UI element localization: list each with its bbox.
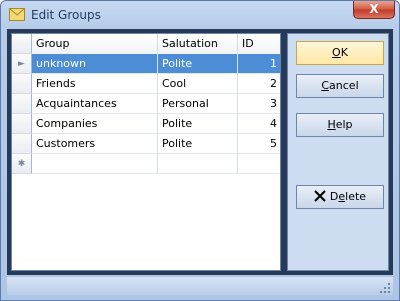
id-cell[interactable]: 2 (238, 74, 280, 94)
delete-x-icon (314, 190, 326, 202)
group-cell[interactable]: unknown (32, 54, 158, 74)
close-button[interactable]: X (353, 1, 395, 19)
row-header[interactable] (12, 74, 32, 94)
grid-header: Group Salutation ID (12, 34, 280, 55)
help-label-post: elp (335, 118, 353, 131)
help-button[interactable]: Help (296, 113, 384, 137)
column-header-group[interactable]: Group (32, 34, 158, 54)
salutation-cell[interactable]: Personal (158, 94, 238, 114)
table-row[interactable]: Friends Cool 2 (12, 74, 280, 94)
window-title: Edit Groups (31, 8, 101, 22)
cancel-label-mnemonic: C (321, 79, 330, 92)
client-area: Group Salutation ID ► unknown Polite 1 F… (7, 29, 393, 275)
salutation-cell[interactable]: Polite (158, 54, 238, 74)
id-cell[interactable]: 5 (238, 134, 280, 154)
current-row-indicator[interactable]: ► (12, 54, 32, 74)
delete-label-post: lete (345, 190, 367, 203)
status-bar (7, 277, 393, 295)
envelope-icon (9, 8, 25, 21)
button-panel: OK Cancel Help Delete (287, 33, 389, 271)
salutation-cell[interactable]: Polite (158, 114, 238, 134)
new-row-indicator[interactable]: ✱ (12, 154, 32, 174)
table-row[interactable]: ► unknown Polite 1 (12, 54, 280, 74)
cancel-label-post: ancel (329, 79, 359, 92)
table-row[interactable]: Acquaintances Personal 3 (12, 94, 280, 114)
row-header[interactable] (12, 114, 32, 134)
ok-label-mnemonic: O (332, 46, 341, 59)
ok-button[interactable]: OK (296, 41, 384, 65)
id-cell[interactable]: 4 (238, 114, 280, 134)
delete-button[interactable]: Delete (296, 185, 384, 209)
title-bar[interactable]: Edit Groups X (1, 1, 399, 29)
column-header-salutation[interactable]: Salutation (158, 34, 238, 54)
edit-groups-window: Edit Groups X Group Salutation ID ► unkn… (0, 0, 400, 301)
help-label-mnemonic: H (327, 118, 336, 131)
new-salutation-cell[interactable] (158, 154, 238, 174)
new-group-cell[interactable] (32, 154, 158, 174)
group-cell[interactable]: Companies (32, 114, 158, 134)
table-row[interactable]: Customers Polite 5 (12, 134, 280, 154)
header-corner (12, 34, 32, 54)
group-cell[interactable]: Customers (32, 134, 158, 154)
resize-grip-icon[interactable] (379, 282, 391, 294)
groups-grid[interactable]: Group Salutation ID ► unknown Polite 1 F… (11, 33, 281, 271)
cancel-button[interactable]: Cancel (296, 74, 384, 98)
row-header[interactable] (12, 134, 32, 154)
row-header[interactable] (12, 94, 32, 114)
table-row[interactable]: Companies Polite 4 (12, 114, 280, 134)
group-cell[interactable]: Acquaintances (32, 94, 158, 114)
ok-label-post: K (340, 46, 348, 59)
id-cell[interactable]: 3 (238, 94, 280, 114)
group-cell[interactable]: Friends (32, 74, 158, 94)
salutation-cell[interactable]: Polite (158, 134, 238, 154)
new-row[interactable]: ✱ (12, 154, 280, 174)
new-id-cell[interactable] (238, 154, 280, 174)
column-header-id[interactable]: ID (238, 34, 280, 54)
salutation-cell[interactable]: Cool (158, 74, 238, 94)
id-cell[interactable]: 1 (238, 54, 280, 74)
